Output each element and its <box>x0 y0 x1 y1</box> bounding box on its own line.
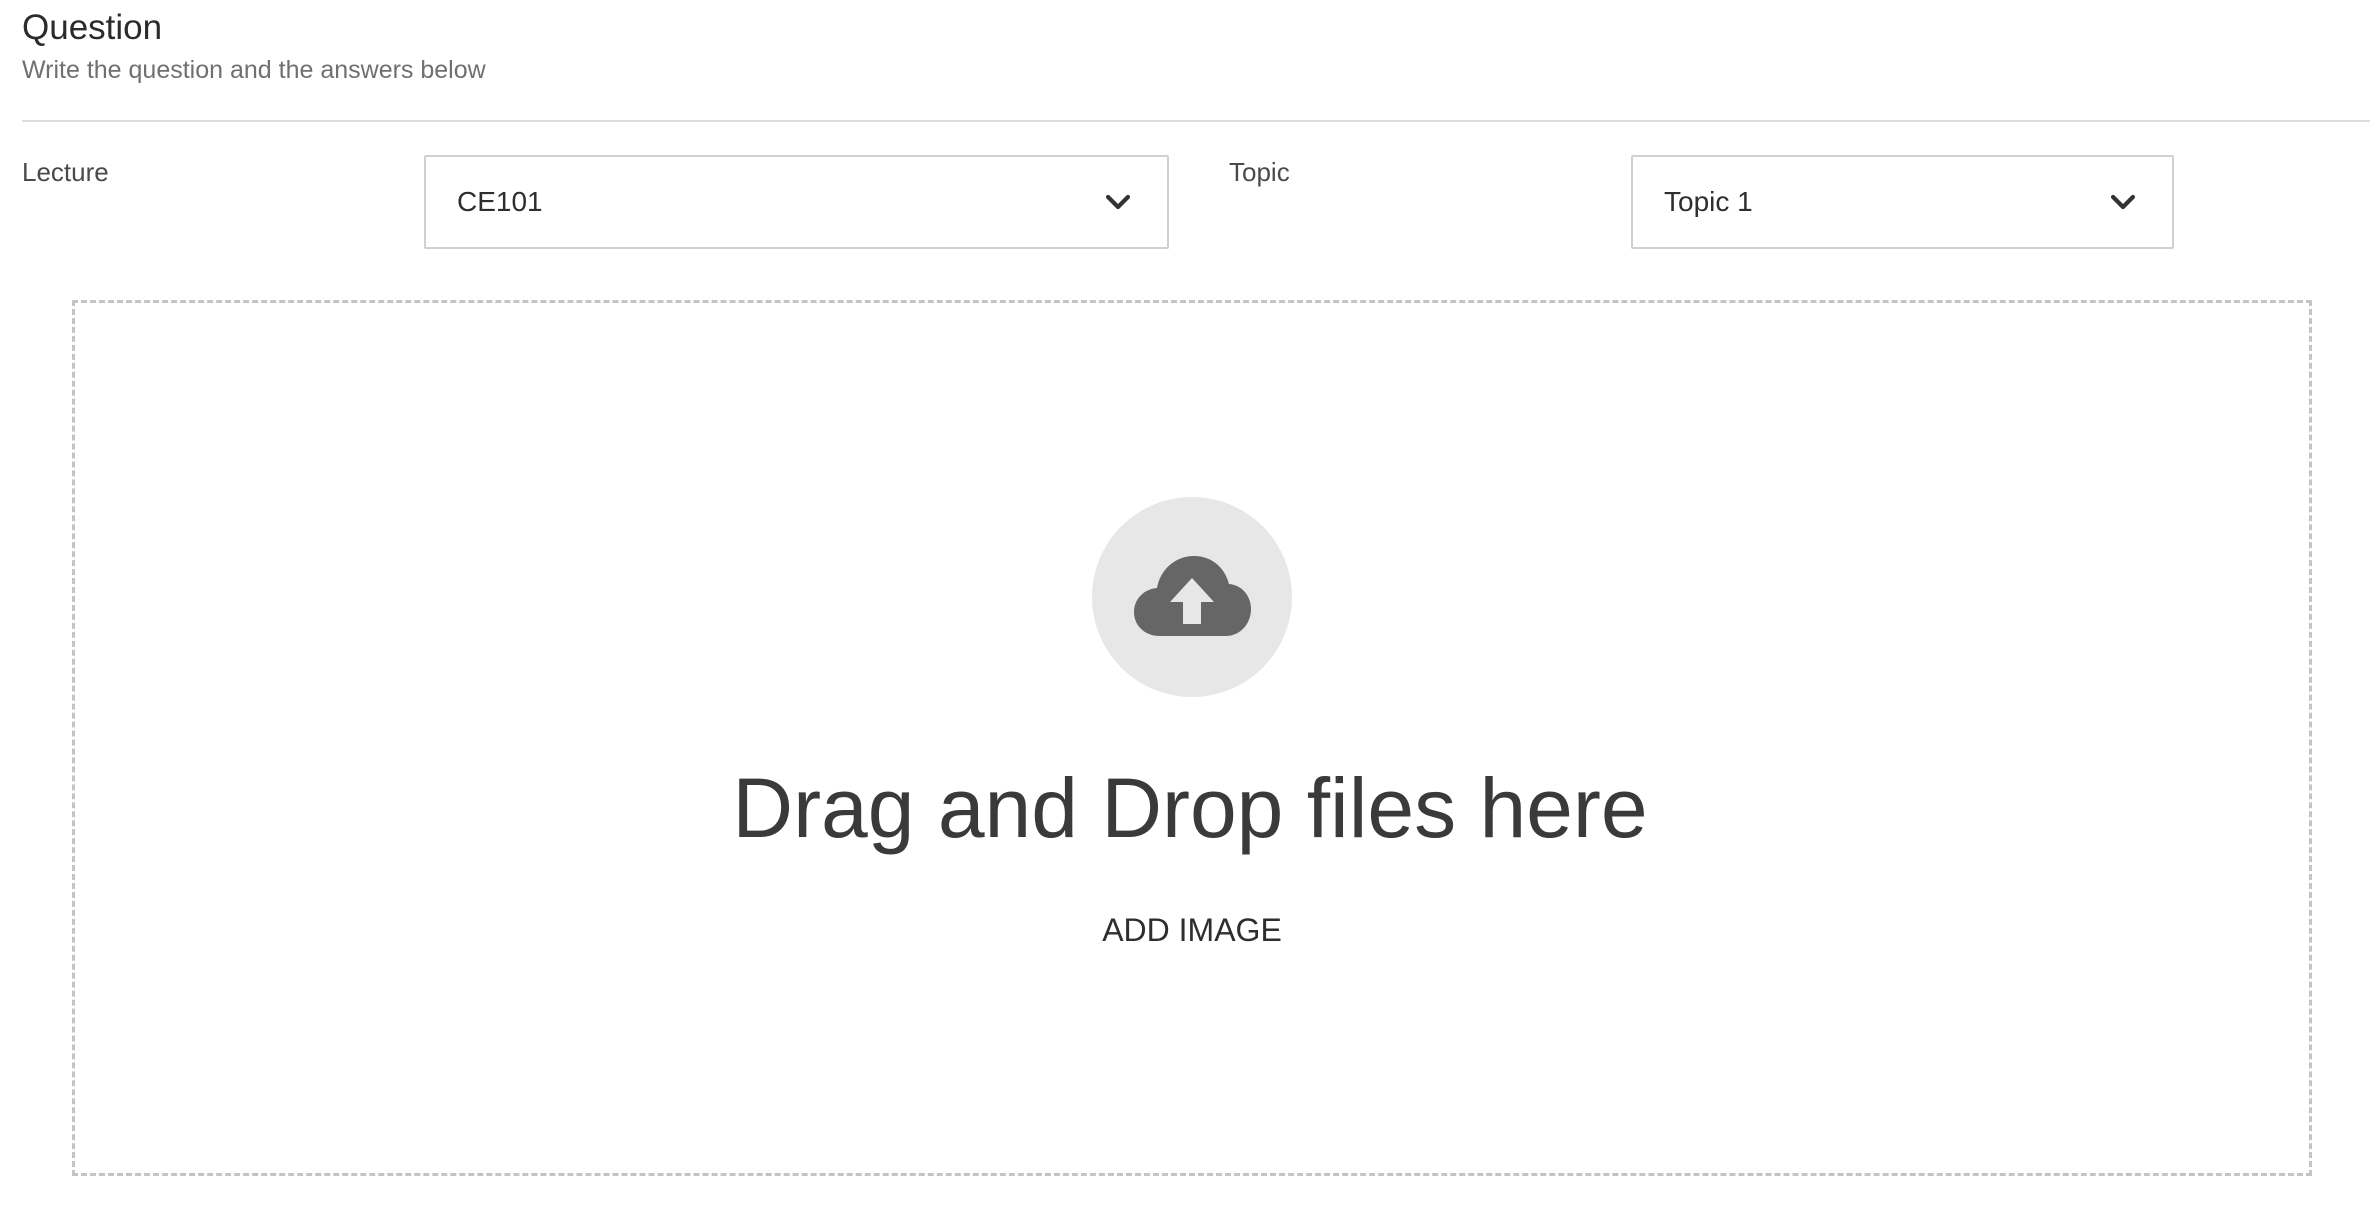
topic-label: Topic <box>1229 157 1290 187</box>
upload-icon-circle <box>1092 497 1292 697</box>
add-image-button[interactable]: ADD IMAGE <box>1092 910 1292 950</box>
section-subtitle: Write the question and the answers below <box>22 56 486 84</box>
topic-select[interactable]: Topic 1 <box>1631 155 2174 249</box>
file-dropzone[interactable] <box>72 300 2312 1176</box>
topic-select-value: Topic 1 <box>1664 186 1753 217</box>
lecture-select-value: CE101 <box>457 186 543 217</box>
cloud-upload-icon <box>1134 556 1251 636</box>
lecture-label: Lecture <box>22 157 109 187</box>
chevron-down-icon <box>1105 194 1131 210</box>
chevron-down-icon <box>2110 194 2136 210</box>
header-divider <box>22 120 2370 122</box>
dropzone-message: Drag and Drop files here <box>732 761 1648 855</box>
question-form: Question Write the question and the answ… <box>0 0 2380 1218</box>
section-title: Question <box>22 8 163 47</box>
lecture-select[interactable]: CE101 <box>424 155 1169 249</box>
